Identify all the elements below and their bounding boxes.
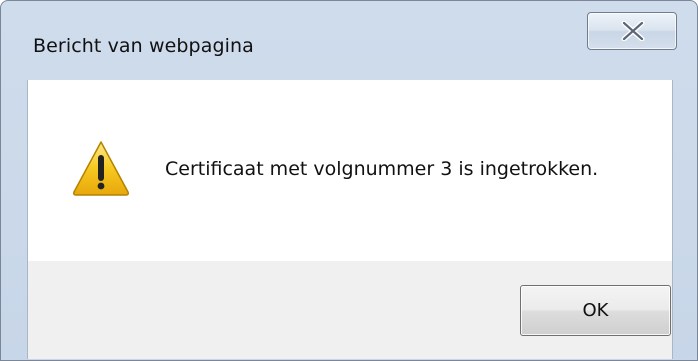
ok-button[interactable]: OK [520,285,671,336]
title-bar[interactable]: Bericht van webpagina [1,1,697,79]
dialog-message: Certificaat met volgnummer 3 is ingetrok… [165,158,599,180]
window-title: Bericht van webpagina [33,35,254,57]
warning-icon [73,141,129,196]
message-dialog-window: Bericht van webpagina Certificaat met vo… [0,0,698,361]
close-x-icon [621,21,645,41]
close-button[interactable] [587,12,677,50]
dialog-content: Certificaat met volgnummer 3 is ingetrok… [27,80,673,359]
